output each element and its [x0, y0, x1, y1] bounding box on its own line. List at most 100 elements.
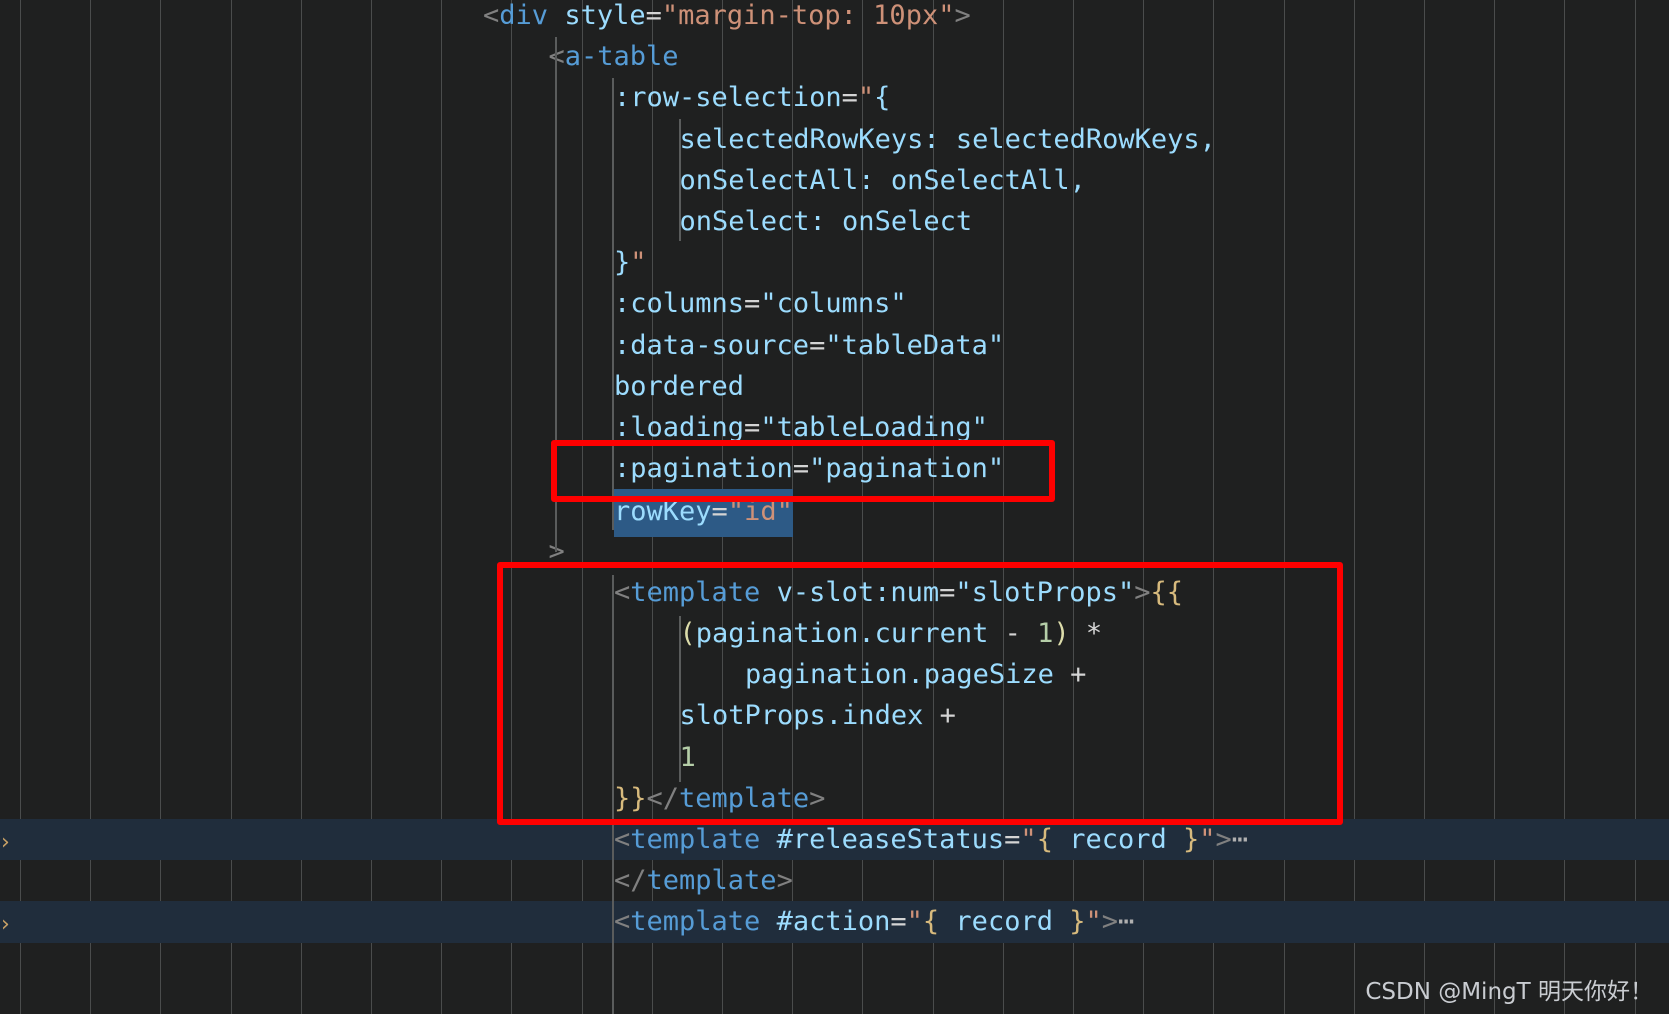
token-strblue: "columns"	[760, 288, 907, 320]
fold-chevron-action-icon[interactable]: ›	[1, 914, 15, 936]
line-pagination-pagesize[interactable]: pagination.pageSize +	[0, 654, 1669, 695]
code-content[interactable]: <div style="margin-top: 10px"><a-table:r…	[0, 0, 1669, 1014]
line-text: <a-table	[549, 36, 679, 77]
line-template-num-close[interactable]: }}</template>	[0, 778, 1669, 819]
token-punc: >	[954, 0, 971, 31]
token-attr: :data-source	[614, 329, 810, 361]
line-template-action[interactable]: <template #action="{ record }">⋯	[0, 901, 1669, 943]
token-punc: <	[614, 906, 631, 938]
line-pagination[interactable]: :pagination="pagination"	[0, 448, 1669, 489]
block-guide-template	[612, 575, 614, 823]
token-paren: )	[1053, 618, 1070, 649]
token-strblue: "slotProps"	[955, 576, 1135, 608]
token-eq: =	[809, 329, 826, 361]
token-punc: </	[614, 865, 647, 897]
token-mus: }	[1183, 824, 1200, 855]
token-punc: >	[1134, 576, 1151, 608]
line-text: :loading="tableLoading"	[614, 407, 988, 448]
line-text: </template>	[614, 860, 793, 901]
token-mus: }}	[614, 782, 647, 814]
line-text: :row-selection="{	[614, 77, 890, 118]
token-punc: >	[1215, 824, 1232, 855]
token-eq: =	[939, 576, 956, 608]
line-text: slotProps.index +	[680, 695, 956, 736]
token-punc: >	[809, 782, 826, 814]
line-text: pagination.pageSize +	[745, 654, 1086, 695]
line-pagination-current[interactable]: (pagination.current - 1) *	[0, 613, 1669, 654]
token-attr: :columns	[614, 288, 745, 320]
token-mus: {	[1036, 824, 1053, 855]
token-punc: >	[776, 865, 793, 897]
token-ellip: ⋯	[1118, 906, 1135, 938]
block-guide-a-table	[555, 37, 557, 552]
line-row-selection[interactable]: :row-selection="{	[0, 77, 1669, 118]
line-slotprops-index[interactable]: slotProps.index +	[0, 695, 1669, 736]
line-text: onSelectAll: onSelectAll,	[680, 160, 1086, 201]
line-text: <template #releaseStatus="{ record }">⋯	[614, 819, 1248, 860]
line-template-num[interactable]: <template v-slot:num="slotProps">{{	[0, 572, 1669, 613]
token-tag: div	[499, 0, 549, 31]
line-text: bordered	[614, 366, 744, 407]
token-attr: v-slot:num	[776, 576, 940, 608]
token-attr: :row-selection	[614, 82, 842, 114]
block-guide-expr	[679, 616, 681, 782]
line-text: <template #action="{ record }">⋯	[614, 901, 1134, 942]
line-loading[interactable]: :loading="tableLoading"	[0, 407, 1669, 448]
line-text: }}</template>	[614, 778, 825, 819]
line-text: 1	[680, 737, 696, 778]
line-rowkey[interactable]: rowKey="id"	[0, 489, 1669, 537]
line-selected-row-keys[interactable]: selectedRowKeys: selectedRowKeys,	[0, 119, 1669, 160]
token-attr: :pagination	[614, 453, 793, 485]
token-num: 1	[679, 741, 696, 773]
token-str: "	[857, 82, 875, 114]
code-editor-screenshot: <div style="margin-top: 10px"><a-table:r…	[0, 0, 1669, 1014]
token-strblue: "tableData"	[825, 329, 1005, 361]
block-guide-attrs	[612, 78, 614, 530]
token-str: "	[906, 906, 923, 938]
token-str: "	[1020, 824, 1037, 855]
line-a-table-close[interactable]: >	[0, 531, 1669, 572]
token-attr: bordered	[614, 370, 745, 402]
line-template-releasestatus[interactable]: <template #releaseStatus="{ record }">⋯	[0, 819, 1669, 861]
line-text: }"	[614, 242, 647, 283]
line-div-open[interactable]: <div style="margin-top: 10px">	[0, 0, 1669, 36]
token-str: "margin-top: 10px"	[661, 0, 955, 31]
token-tag: template	[630, 576, 761, 608]
block-guide-rowsel	[679, 119, 681, 241]
token-attr: #action	[776, 906, 891, 938]
fold-chevron-releasestatus-icon[interactable]: ›	[1, 832, 15, 854]
token-eq: =	[645, 0, 662, 31]
line-a-table-open[interactable]: <a-table	[0, 36, 1669, 77]
line-one[interactable]: 1	[0, 737, 1669, 778]
token-tag: a-table	[564, 41, 679, 73]
token-paren: (	[679, 618, 696, 649]
token-mus: {{	[1150, 576, 1183, 608]
line-columns[interactable]: :columns="columns"	[0, 283, 1669, 324]
token-str: "	[1085, 906, 1102, 938]
token-ellip: ⋯	[1231, 824, 1249, 855]
token-eq: =	[711, 496, 728, 528]
line-row-selection-close[interactable]: }"	[0, 242, 1669, 283]
line-template-close[interactable]: </template>	[0, 860, 1669, 901]
token-strblue: record	[939, 906, 1070, 938]
line-on-select[interactable]: onSelect: onSelect	[0, 201, 1669, 242]
token-punc: <	[483, 0, 500, 31]
token-punc: </	[646, 782, 680, 814]
token-str: "id"	[727, 496, 793, 528]
line-text: (pagination.current - 1) *	[680, 613, 1103, 654]
token-eq: =	[792, 453, 810, 485]
token-strblue: "pagination"	[809, 453, 1005, 485]
line-bordered[interactable]: bordered	[0, 366, 1669, 407]
token-white: *	[1069, 618, 1103, 649]
line-data-source[interactable]: :data-source="tableData"	[0, 325, 1669, 366]
token-attr: style	[564, 0, 646, 31]
token-num: 1	[1037, 618, 1054, 649]
token-strblue: {	[874, 82, 891, 114]
line-text: onSelect: onSelect	[680, 201, 973, 242]
token-eq: =	[841, 82, 858, 114]
token-punc: >	[1101, 906, 1119, 938]
token-strblue: pagination.pageSize	[745, 659, 1071, 691]
line-on-select-all[interactable]: onSelectAll: onSelectAll,	[0, 160, 1669, 201]
